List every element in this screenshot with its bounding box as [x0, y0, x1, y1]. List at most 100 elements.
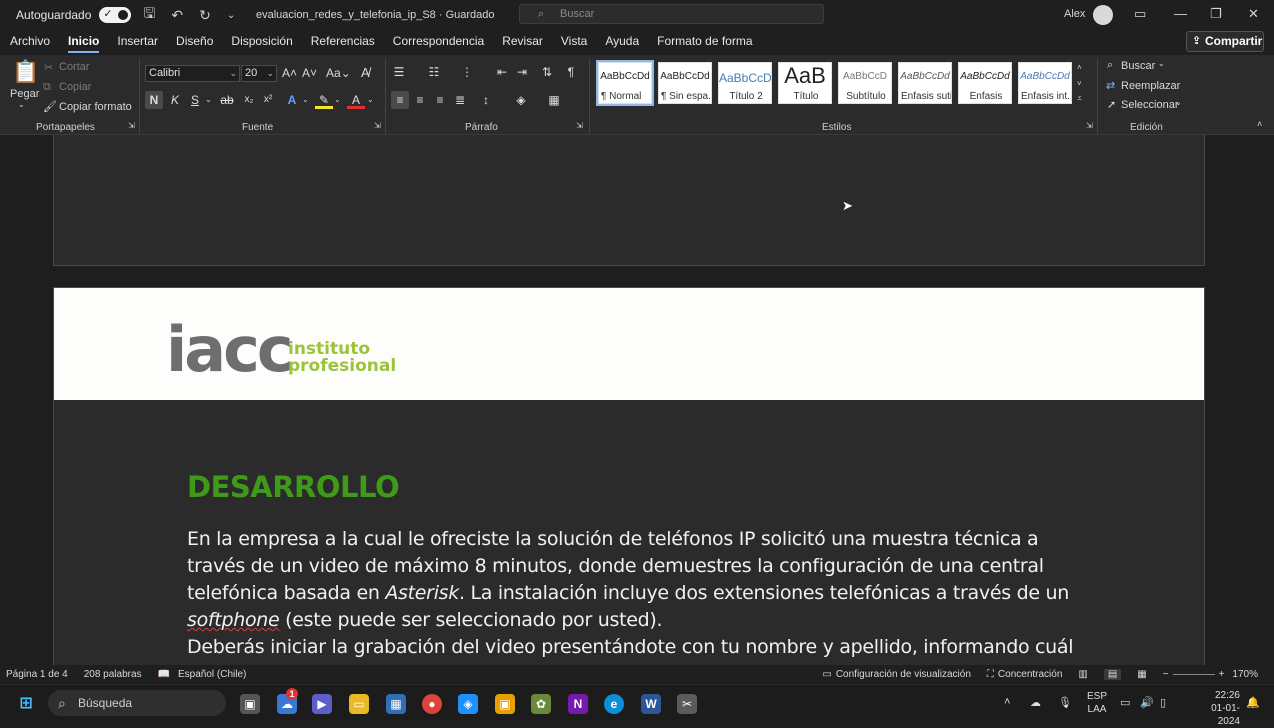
align-right-icon[interactable]: ≡: [431, 91, 449, 109]
tray-overflow-icon[interactable]: ˄: [1004, 696, 1010, 708]
borders-icon[interactable]: ▦: [545, 91, 563, 109]
app-icon[interactable]: ◈: [458, 694, 478, 714]
display-settings-icon[interactable]: ▭: [822, 669, 831, 680]
document-canvas[interactable]: iacc instituto profesional DESARROLLO En …: [0, 135, 1274, 665]
print-layout-icon[interactable]: ▤: [1103, 669, 1122, 680]
align-center-icon[interactable]: ≡: [411, 91, 429, 109]
replace-icon[interactable]: ⇄: [1106, 79, 1115, 92]
volume-icon[interactable]: 🔊: [1140, 696, 1154, 709]
grow-font-icon[interactable]: A˄: [282, 66, 297, 80]
word-count[interactable]: 208 palabras: [84, 669, 142, 680]
tab-formato-de-forma[interactable]: Formato de forma: [648, 30, 761, 54]
style-title[interactable]: AaB Título: [778, 62, 832, 104]
page-header[interactable]: iacc instituto profesional: [54, 288, 1204, 400]
tab-diseno[interactable]: Diseño: [167, 30, 222, 54]
network-icon[interactable]: ▭: [1120, 696, 1130, 709]
onenote-icon[interactable]: N: [568, 694, 588, 714]
font-color-icon[interactable]: A: [347, 91, 365, 109]
style-subtle-emphasis[interactable]: AaBbCcDd Énfasis sutil: [898, 62, 952, 104]
copy-button[interactable]: Copiar: [59, 81, 91, 93]
share-button[interactable]: Compartir: [1186, 31, 1264, 52]
language-status[interactable]: Español (Chile): [178, 669, 246, 680]
styles-scroll-down-icon[interactable]: ˅: [1077, 79, 1082, 88]
style-normal[interactable]: AaBbCcDd ¶ Normal: [596, 60, 654, 106]
multilevel-list-icon[interactable]: ⋮: [458, 63, 476, 81]
zoom-slider[interactable]: [1172, 674, 1215, 675]
web-layout-icon[interactable]: ▦: [1137, 669, 1146, 680]
select-button[interactable]: Seleccionar: [1121, 99, 1178, 111]
underline-button[interactable]: S: [186, 91, 204, 109]
search-box[interactable]: ⌕ Buscar: [519, 4, 824, 24]
style-heading-2[interactable]: AaBbCcD Título 2: [718, 62, 772, 104]
copy-icon[interactable]: ⧉: [43, 81, 51, 94]
increase-indent-icon[interactable]: ⇥: [513, 63, 531, 81]
previous-page[interactable]: [53, 135, 1205, 266]
justify-icon[interactable]: ≣: [451, 91, 469, 109]
paragraph-launcher-icon[interactable]: ⇲: [576, 121, 583, 130]
tab-vista[interactable]: Vista: [552, 30, 596, 54]
tab-referencias[interactable]: Referencias: [302, 30, 384, 54]
text-effects-icon[interactable]: A: [283, 91, 301, 109]
font-size-select[interactable]: 20 ⌄: [241, 65, 277, 82]
tray-app-icon[interactable]: ☁: [1030, 696, 1041, 709]
font-launcher-icon[interactable]: ⇲: [374, 121, 381, 130]
decrease-indent-icon[interactable]: ⇤: [493, 63, 511, 81]
zoom-level[interactable]: 170%: [1232, 669, 1258, 680]
notifications-icon[interactable]: 🔔: [1246, 696, 1260, 709]
document-page[interactable]: iacc instituto profesional DESARROLLO En …: [53, 287, 1205, 665]
proofing-icon[interactable]: 📖: [158, 669, 170, 680]
tab-archivo[interactable]: Archivo: [0, 30, 59, 54]
redo-icon[interactable]: ↻: [199, 7, 211, 24]
font-name-select[interactable]: Calibri ⌄: [145, 65, 240, 82]
tab-disposicion[interactable]: Disposición: [222, 30, 301, 54]
underline-dropdown-icon[interactable]: ⌄: [205, 95, 212, 104]
font-color-dropdown-icon[interactable]: ⌄: [367, 95, 374, 104]
style-intense-emphasis[interactable]: AaBbCcDd Énfasis int...: [1018, 62, 1072, 104]
page-count[interactable]: Página 1 de 4: [6, 669, 68, 680]
bullets-icon[interactable]: ☰: [390, 63, 408, 81]
styles-more-icon[interactable]: ⩡: [1077, 93, 1082, 104]
zoom-in-icon[interactable]: +: [1219, 669, 1225, 680]
format-painter-button[interactable]: Copiar formato: [59, 101, 132, 113]
app-icon-3[interactable]: ✿: [531, 694, 551, 714]
superscript-icon[interactable]: x²: [259, 91, 277, 109]
word-icon[interactable]: W: [641, 694, 661, 714]
cut-icon[interactable]: ✂: [44, 61, 53, 74]
find-button[interactable]: Buscar: [1121, 60, 1155, 72]
paste-button[interactable]: Pegar: [10, 88, 39, 100]
tab-revisar[interactable]: Revisar: [493, 30, 552, 54]
collapse-ribbon-icon[interactable]: ˄: [1257, 119, 1262, 129]
snipping-tool-icon[interactable]: ✂: [677, 694, 697, 714]
task-view-icon[interactable]: ▣: [240, 694, 260, 714]
text-effects-dropdown-icon[interactable]: ⌄: [302, 95, 309, 104]
windows-start-icon[interactable]: ⊞: [16, 694, 36, 714]
undo-icon[interactable]: ↶: [171, 7, 183, 24]
style-emphasis[interactable]: AaBbCcDd Énfasis: [958, 62, 1012, 104]
subscript-icon[interactable]: x₂: [240, 91, 258, 109]
align-left-icon[interactable]: ≡: [391, 91, 409, 109]
highlight-icon[interactable]: ✎: [315, 91, 333, 109]
customize-toolbar-icon[interactable]: ⌄: [227, 10, 235, 21]
paste-icon[interactable]: 📋: [12, 59, 39, 85]
maximize-icon[interactable]: ❐: [1210, 6, 1222, 22]
autosave-toggle[interactable]: [99, 7, 132, 23]
edge-icon[interactable]: e: [604, 694, 624, 714]
file-explorer-icon[interactable]: ▭: [349, 694, 369, 714]
bold-button[interactable]: N: [145, 91, 163, 109]
paste-dropdown-icon[interactable]: ⌄: [18, 100, 25, 109]
app-icon-2[interactable]: ▣: [495, 694, 515, 714]
clipboard-launcher-icon[interactable]: ⇲: [128, 121, 135, 130]
find-dropdown-icon[interactable]: ⌄: [1158, 59, 1165, 68]
teams-icon[interactable]: ▶: [312, 694, 332, 714]
italic-button[interactable]: K: [166, 91, 184, 109]
system-clock[interactable]: 22:26 01-01-2024: [1208, 689, 1240, 728]
line-spacing-icon[interactable]: ↕: [477, 91, 495, 109]
replace-button[interactable]: Reemplazar: [1121, 80, 1180, 92]
input-language[interactable]: ESP LAA: [1087, 690, 1107, 716]
format-painter-icon[interactable]: 🖌: [43, 100, 57, 113]
sort-icon[interactable]: ⇅: [538, 63, 556, 81]
cut-button[interactable]: Cortar: [59, 61, 90, 73]
style-subtitle[interactable]: AaBbCcD Subtítulo: [838, 62, 892, 104]
microphone-icon[interactable]: 🎙: [1058, 696, 1072, 709]
focus-icon[interactable]: ⛶: [987, 669, 994, 680]
